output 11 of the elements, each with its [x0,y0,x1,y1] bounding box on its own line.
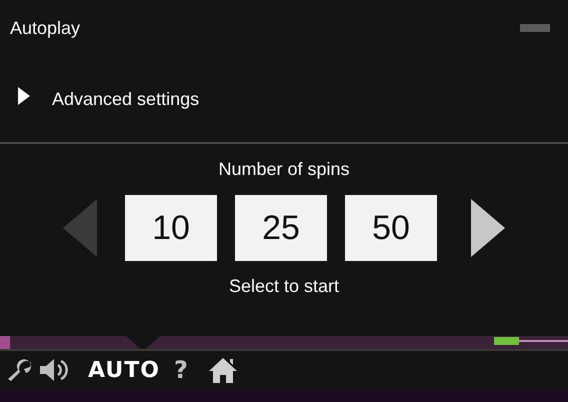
help-button[interactable]: ? [174,352,188,388]
spin-count-button[interactable]: 10 [125,195,217,261]
home-icon[interactable] [208,356,238,384]
spin-count-button[interactable]: 50 [345,195,437,261]
spins-heading: Number of spins [218,158,350,181]
next-arrow-icon[interactable] [471,199,505,257]
spin-count-button[interactable]: 25 [235,195,327,261]
advanced-settings-toggle[interactable]: Advanced settings [0,56,568,142]
spins-hint: Select to start [228,275,340,298]
panel-title: Autoplay [10,16,80,40]
auto-button[interactable]: AUTO [88,354,160,386]
